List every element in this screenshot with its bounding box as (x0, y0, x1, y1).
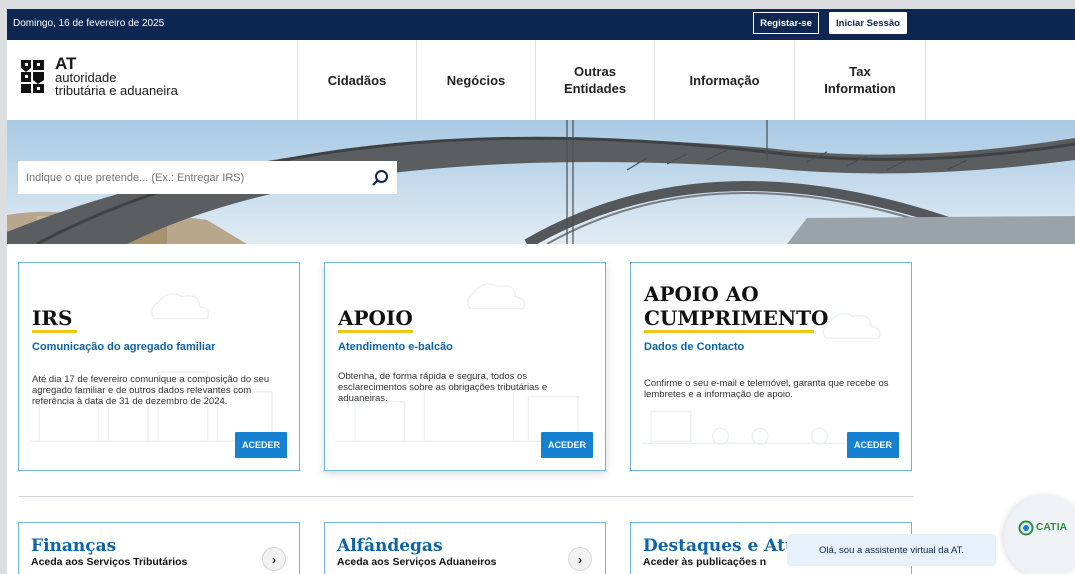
search-box (18, 161, 363, 194)
card-subtitle: Aceder às publicações n (643, 556, 767, 568)
card-financas[interactable]: Finanças Aceda aos Serviços Tributários … (18, 522, 300, 574)
search-icon (372, 169, 388, 186)
search-input[interactable] (18, 161, 363, 194)
login-button[interactable]: Iniciar Sessão (829, 12, 907, 34)
card-subtitle: Aceda aos Serviços Tributários (31, 556, 188, 568)
card-title: Finanças (31, 536, 117, 556)
card-description: Obtenha, de forma rápida e segura, todos… (338, 371, 548, 404)
top-bar: Domingo, 16 de fevereiro de 2025 Regista… (7, 9, 1075, 40)
assistant-name: CATIA (1036, 522, 1068, 533)
logo-abbreviation: AT (55, 54, 77, 73)
chevron-right-icon[interactable]: › (262, 547, 286, 571)
card-description: Confirme o seu e-mail e telemóvel, garan… (644, 378, 889, 400)
card-alfandegas[interactable]: Alfândegas Aceda aos Serviços Aduaneiros… (324, 522, 606, 574)
page: Domingo, 16 de fevereiro de 2025 Regista… (7, 9, 1075, 574)
card-apoio[interactable]: APOIO Atendimento e-balcão Obtenha, de f… (324, 262, 606, 471)
title-underline (644, 330, 814, 333)
nav-item-tax-information[interactable]: Tax Information (794, 40, 925, 120)
main-nav: AT autoridade tributária e aduaneira Cid… (7, 40, 1075, 120)
logo-line-3: tributária e aduaneira (55, 83, 178, 98)
card-subtitle: Aceda aos Serviços Aduaneiros (337, 556, 497, 568)
title-underline (338, 330, 413, 333)
aceder-button[interactable]: ACEDER (541, 432, 593, 458)
card-title: APOIO (338, 306, 413, 330)
nav-item-informacao[interactable]: Informação (654, 40, 794, 120)
hero-banner (7, 120, 1075, 244)
card-title-line-2: CUMPRIMENTO (644, 306, 829, 330)
card-apoio-ao-cumprimento[interactable]: APOIO AO CUMPRIMENTO Dados de Contacto C… (630, 262, 912, 471)
nav-divider (925, 40, 926, 120)
chat-bubble-icon (1018, 520, 1034, 536)
card-subtitle[interactable]: Comunicação do agregado familiar (32, 341, 215, 353)
card-title-line-1: APOIO AO (644, 282, 759, 306)
nav-item-outras-entidades[interactable]: Outras Entidades (535, 40, 654, 120)
card-title: Alfândegas (337, 536, 443, 556)
current-date: Domingo, 16 de fevereiro de 2025 (13, 18, 165, 29)
card-title: Destaques e Atu (643, 536, 798, 556)
at-logo[interactable]: AT autoridade tributária e aduaneira (19, 54, 219, 106)
aceder-button[interactable]: ACEDER (847, 432, 899, 458)
assistant-launcher[interactable]: CATIA (1004, 495, 1075, 574)
register-button[interactable]: Registar-se (753, 12, 819, 34)
assistant-message-bubble[interactable]: Olá, sou a assistente virtual da AT. (787, 534, 996, 566)
nav-item-negocios[interactable]: Negócios (416, 40, 535, 120)
search-button[interactable] (363, 161, 397, 194)
aceder-button[interactable]: ACEDER (235, 432, 287, 458)
card-subtitle[interactable]: Atendimento e-balcão (338, 341, 453, 353)
at-emblem-icon (19, 58, 46, 95)
card-irs[interactable]: IRS Comunicação do agregado familiar Até… (18, 262, 300, 471)
card-description: Até dia 17 de fevereiro comunique a comp… (32, 374, 270, 407)
chevron-right-icon[interactable]: › (568, 547, 592, 571)
section-divider (19, 496, 913, 497)
card-subtitle[interactable]: Dados de Contacto (644, 341, 744, 353)
title-underline (32, 330, 77, 333)
nav-item-cidadaos[interactable]: Cidadãos (297, 40, 416, 120)
card-title: IRS (32, 306, 73, 330)
